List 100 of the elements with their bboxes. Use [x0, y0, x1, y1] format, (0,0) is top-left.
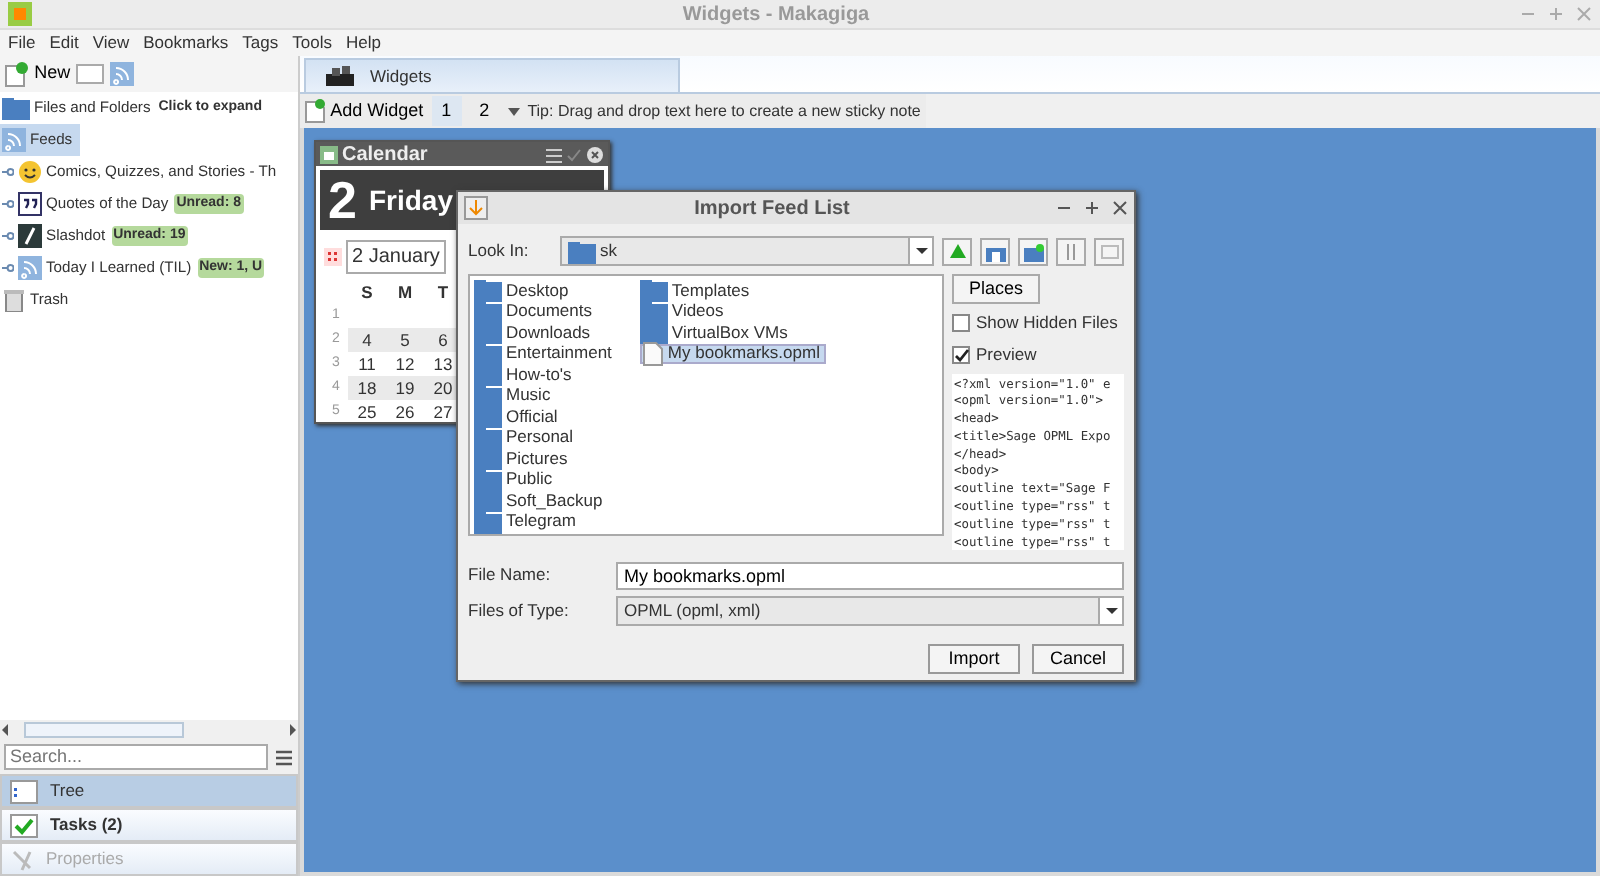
- folder-icon: [474, 488, 502, 513]
- expand-handle-icon: [2, 196, 14, 212]
- spin-field[interactable]: [76, 64, 105, 84]
- menu-item[interactable]: Bookmarks: [143, 30, 229, 56]
- file-icon: [641, 341, 664, 366]
- directory-entry[interactable]: How-to's: [474, 364, 616, 385]
- checkbox-label: Show Hidden Files: [976, 310, 1118, 336]
- widgets-icon: [326, 66, 354, 86]
- menu-item[interactable]: Help: [345, 30, 381, 56]
- day-cell[interactable]: 12: [386, 352, 424, 376]
- day-cell[interactable]: 4: [348, 328, 386, 352]
- directory-entry[interactable]: Music: [474, 385, 616, 406]
- folder-icon: [2, 96, 30, 120]
- day-cell[interactable]: 13: [424, 352, 462, 376]
- widget-title: Calendar: [342, 141, 430, 169]
- day-cell[interactable]: 27: [424, 400, 462, 424]
- document-entry[interactable]: My bookmarks.opml: [639, 343, 826, 364]
- import-button[interactable]: Import: [928, 643, 1020, 673]
- new-folder-button[interactable]: [1018, 237, 1048, 265]
- folder-icon: [474, 509, 502, 534]
- panel-tab[interactable]: Tree: [0, 774, 298, 808]
- folder-icon: [639, 278, 668, 303]
- directory-entry[interactable]: Downloads: [474, 322, 616, 343]
- directory-entry[interactable]: Soft_Backup: [474, 490, 616, 511]
- directory-entry[interactable]: Public: [474, 469, 616, 490]
- directory-entry[interactable]: Templates: [639, 280, 826, 301]
- directory-entry[interactable]: Personal: [474, 427, 616, 448]
- details-view-button[interactable]: [1094, 237, 1124, 265]
- directory-entry[interactable]: Entertainment: [474, 343, 616, 364]
- slash-logo-icon: [18, 224, 42, 248]
- menu-item[interactable]: View: [92, 30, 130, 56]
- day-cell[interactable]: 26: [386, 400, 424, 424]
- directory-entry[interactable]: Videos: [639, 301, 826, 322]
- page-tab[interactable]: 2: [469, 96, 500, 126]
- menu-item[interactable]: Tags: [242, 30, 279, 56]
- checkbox[interactable]: [952, 313, 970, 332]
- places-button[interactable]: Places: [952, 274, 1040, 304]
- day-cell[interactable]: 18: [348, 376, 386, 400]
- folder-icon: [474, 425, 502, 450]
- list-view-icon: [1061, 241, 1081, 261]
- directory-entry[interactable]: Official: [474, 406, 616, 427]
- directory-entry[interactable]: Documents: [474, 301, 616, 322]
- directory-entry[interactable]: Telegram: [474, 511, 616, 532]
- folder-icon: [474, 467, 502, 492]
- file-name-field[interactable]: My bookmarks.opml: [616, 561, 1124, 589]
- folder-icon: [474, 404, 502, 429]
- list-view-button[interactable]: [1056, 237, 1086, 265]
- home-button[interactable]: [980, 237, 1010, 265]
- directory-entry[interactable]: Pictures: [474, 448, 616, 469]
- add-widget-button[interactable]: Add Widget: [304, 97, 424, 125]
- quote-icon: [18, 192, 42, 216]
- scroll-left-icon: [0, 722, 10, 738]
- calendar-icon: [320, 145, 338, 163]
- folder-icon: [474, 383, 502, 408]
- close-icon: [1112, 198, 1128, 218]
- close-icon: [1576, 4, 1592, 24]
- day-cell[interactable]: 11: [348, 352, 386, 376]
- menu-item[interactable]: Edit: [49, 30, 79, 56]
- field-label: File Name:: [468, 562, 553, 588]
- date-field[interactable]: 2 January: [346, 240, 446, 274]
- menu-icon: [546, 145, 562, 163]
- field-label: Files of Type:: [468, 597, 571, 623]
- maximize-icon: [1548, 4, 1564, 24]
- folder-icon: [639, 299, 668, 324]
- details-view-icon: [1099, 241, 1119, 261]
- checkbox-label: Preview: [976, 341, 1037, 367]
- widgets-tab[interactable]: Widgets: [304, 58, 680, 92]
- up-arrow-icon: [947, 241, 967, 261]
- expand-handle-icon: [2, 164, 14, 180]
- dropdown-icon: [507, 105, 520, 117]
- new-button[interactable]: New: [4, 60, 71, 88]
- panel-tab[interactable]: Tasks (2): [0, 808, 298, 842]
- file-type-dropdown[interactable]: OPML (opml, xml): [616, 595, 1124, 625]
- smiley-icon: [18, 160, 42, 184]
- folder-icon: [474, 446, 502, 471]
- checkbox[interactable]: [952, 345, 970, 364]
- weekday-heading: S: [359, 280, 375, 304]
- feed-icon: [110, 62, 135, 86]
- checklist-icon: [10, 813, 38, 837]
- folder-icon: [568, 239, 596, 263]
- weekday-heading: T: [435, 280, 451, 304]
- search-field[interactable]: Search...: [4, 744, 268, 770]
- add-document-icon: [304, 98, 326, 124]
- day-cell[interactable]: 5: [386, 328, 424, 352]
- up-folder-button[interactable]: [942, 237, 972, 265]
- day-cell[interactable]: 19: [386, 376, 424, 400]
- page-tab[interactable]: 1: [431, 96, 462, 126]
- menu-item[interactable]: Tools: [292, 30, 332, 56]
- caret-icon: [915, 246, 927, 256]
- tree-view-icon: [10, 779, 38, 803]
- look-in-dropdown[interactable]: sk: [560, 236, 934, 266]
- directory-entry[interactable]: VirtualBox VMs: [639, 322, 826, 343]
- folder-icon: [474, 341, 502, 366]
- window-title: Widgets - Makagiga: [680, 1, 872, 29]
- cancel-button[interactable]: Cancel: [1032, 643, 1124, 673]
- menu-item[interactable]: File: [8, 30, 36, 56]
- directory-entry[interactable]: Desktop: [474, 280, 616, 301]
- scrollbar-thumb[interactable]: [24, 722, 184, 738]
- day-cell[interactable]: 25: [348, 400, 386, 424]
- weekday: Friday: [368, 181, 453, 220]
